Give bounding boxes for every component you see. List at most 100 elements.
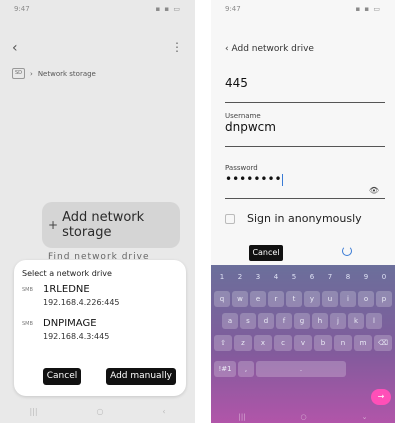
smb-drive-icon: SMB: [22, 287, 33, 293]
status-time: 9:47: [225, 5, 241, 13]
password-value: ••••••••: [225, 172, 282, 186]
keyboard-key[interactable]: !#1: [214, 361, 236, 377]
back-icon[interactable]: ‹: [225, 44, 229, 54]
home-icon[interactable]: ○: [96, 407, 103, 416]
add-network-storage-label: Add network storage: [62, 210, 145, 240]
keyboard-key[interactable]: e: [250, 291, 266, 307]
keyboard-key[interactable]: 3: [250, 269, 266, 285]
page-header: ‹ Add network drive: [225, 44, 314, 54]
username-field[interactable]: Username dnpwcm: [225, 112, 385, 147]
sign-in-anonymously-label: Sign in anonymously: [247, 212, 362, 225]
smb-drive-icon: SMB: [22, 321, 33, 327]
keyboard-key[interactable]: 8: [340, 269, 356, 285]
drive-address: 192.168.4.3:445: [43, 332, 110, 341]
show-password-icon[interactable]: 👁: [369, 186, 379, 195]
add-network-storage-button[interactable]: + Add network storage: [42, 202, 180, 248]
password-field[interactable]: Password •••••••• 👁: [225, 164, 385, 199]
recents-icon[interactable]: |||: [29, 407, 37, 416]
keyboard-key[interactable]: q: [214, 291, 230, 307]
keyboard-key[interactable]: l: [366, 313, 382, 329]
status-time: 9:47: [14, 5, 30, 13]
recents-icon[interactable]: |||: [238, 413, 245, 421]
network-drive-item[interactable]: SMB 1RLEDNE 192.168.4.226:445: [22, 284, 120, 308]
keyboard-key[interactable]: v: [294, 335, 312, 351]
keyboard-key[interactable]: h: [312, 313, 328, 329]
select-network-drive-dialog: Select a network drive SMB 1RLEDNE 192.1…: [14, 260, 186, 396]
network-drive-item[interactable]: SMB DNPIMAGE 192.168.4.3:445: [22, 318, 109, 342]
keyboard-key[interactable]: d: [258, 313, 274, 329]
keyboard-key[interactable]: 6: [304, 269, 320, 285]
keyboard-key[interactable]: u: [322, 291, 338, 307]
keyboard-key[interactable]: 4: [268, 269, 284, 285]
keyboard-key[interactable]: b: [314, 335, 332, 351]
keyboard-key[interactable]: 1: [214, 269, 230, 285]
drive-name: DNPIMAGE: [43, 318, 97, 329]
right-phone-screen: 9:47 ▪ ▪ ▭ ‹ Add network drive 445 Usern…: [211, 0, 395, 423]
keyboard-key[interactable]: 0: [376, 269, 392, 285]
keyboard-key[interactable]: 7: [322, 269, 338, 285]
keyboard-key[interactable]: j: [330, 313, 346, 329]
back-nav-icon[interactable]: ⌄: [362, 413, 368, 421]
text-cursor: [281, 173, 283, 186]
navigation-bar: ||| ○ ⌄: [211, 413, 395, 421]
back-nav-icon[interactable]: ‹: [162, 407, 165, 416]
breadcrumb: SD › Network storage: [12, 68, 96, 79]
keyboard-key[interactable]: ⌫: [374, 335, 392, 351]
keyboard-key[interactable]: 2: [232, 269, 248, 285]
cancel-button[interactable]: Cancel: [249, 245, 283, 261]
cancel-button[interactable]: Cancel: [43, 368, 81, 385]
back-icon[interactable]: ‹: [12, 40, 18, 56]
username-label: Username: [225, 112, 261, 120]
status-icons: ▪ ▪ ▭: [355, 5, 381, 13]
username-value: dnpwcm: [225, 120, 276, 134]
more-options-icon[interactable]: ⋮: [171, 40, 183, 54]
home-icon[interactable]: ○: [301, 413, 307, 421]
keyboard-key[interactable]: i: [340, 291, 356, 307]
keyboard-key[interactable]: y: [304, 291, 320, 307]
page-title: Add network drive: [231, 44, 314, 54]
keyboard-row: asdfghjkl: [222, 313, 382, 329]
keyboard-key[interactable]: 9: [358, 269, 374, 285]
keyboard-key[interactable]: w: [232, 291, 248, 307]
drive-name: 1RLEDNE: [43, 284, 90, 295]
add-manually-button[interactable]: Add manually: [106, 368, 176, 385]
dialog-title: Select a network drive: [22, 269, 112, 278]
keyboard-key[interactable]: c: [274, 335, 292, 351]
keyboard-key[interactable]: ,: [238, 361, 254, 377]
drive-address: 192.168.4.226:445: [43, 298, 120, 307]
keyboard-key[interactable]: x: [254, 335, 272, 351]
keyboard-key[interactable]: p: [376, 291, 392, 307]
status-bar: 9:47 ▪ ▪ ▭: [0, 0, 195, 18]
status-bar: 9:47 ▪ ▪ ▭: [211, 0, 395, 18]
keyboard-key[interactable]: t: [286, 291, 302, 307]
breadcrumb-label: Network storage: [37, 69, 96, 78]
keyboard-key[interactable]: n: [334, 335, 352, 351]
keyboard-key[interactable]: 5: [286, 269, 302, 285]
keyboard-row: qwertyuiop: [214, 291, 392, 307]
navigation-bar: ||| ○ ‹: [0, 399, 195, 423]
port-field[interactable]: 445: [225, 76, 385, 103]
keyboard-key[interactable]: k: [348, 313, 364, 329]
keyboard-bottom-row: !#1,.: [214, 361, 346, 377]
on-screen-keyboard: 1234567890 qwertyuiop asdfghjkl ⇧ z x c v b n m…: [211, 265, 395, 423]
status-icons: ▪ ▪ ▭: [155, 5, 181, 13]
checkbox-icon: [225, 213, 235, 224]
keyboard-action-key[interactable]: →: [371, 389, 391, 405]
keyboard-key[interactable]: ⇧: [214, 335, 232, 351]
keyboard-number-row: 1234567890: [214, 269, 392, 285]
password-label: Password: [225, 164, 258, 172]
keyboard-spacebar[interactable]: .: [256, 361, 346, 377]
keyboard-key[interactable]: f: [276, 313, 292, 329]
keyboard-key[interactable]: r: [268, 291, 284, 307]
keyboard-key[interactable]: g: [294, 313, 310, 329]
keyboard-key[interactable]: a: [222, 313, 238, 329]
keyboard-key[interactable]: m: [354, 335, 372, 351]
sign-in-anonymously-checkbox[interactable]: Sign in anonymously: [225, 212, 362, 225]
keyboard-key[interactable]: z: [234, 335, 252, 351]
loading-spinner-icon: [342, 246, 352, 256]
port-value: 445: [225, 76, 248, 90]
keyboard-row: ⇧ z x c v b n m ⌫: [214, 335, 392, 351]
keyboard-key[interactable]: s: [240, 313, 256, 329]
plus-icon: +: [48, 218, 59, 232]
keyboard-key[interactable]: o: [358, 291, 374, 307]
